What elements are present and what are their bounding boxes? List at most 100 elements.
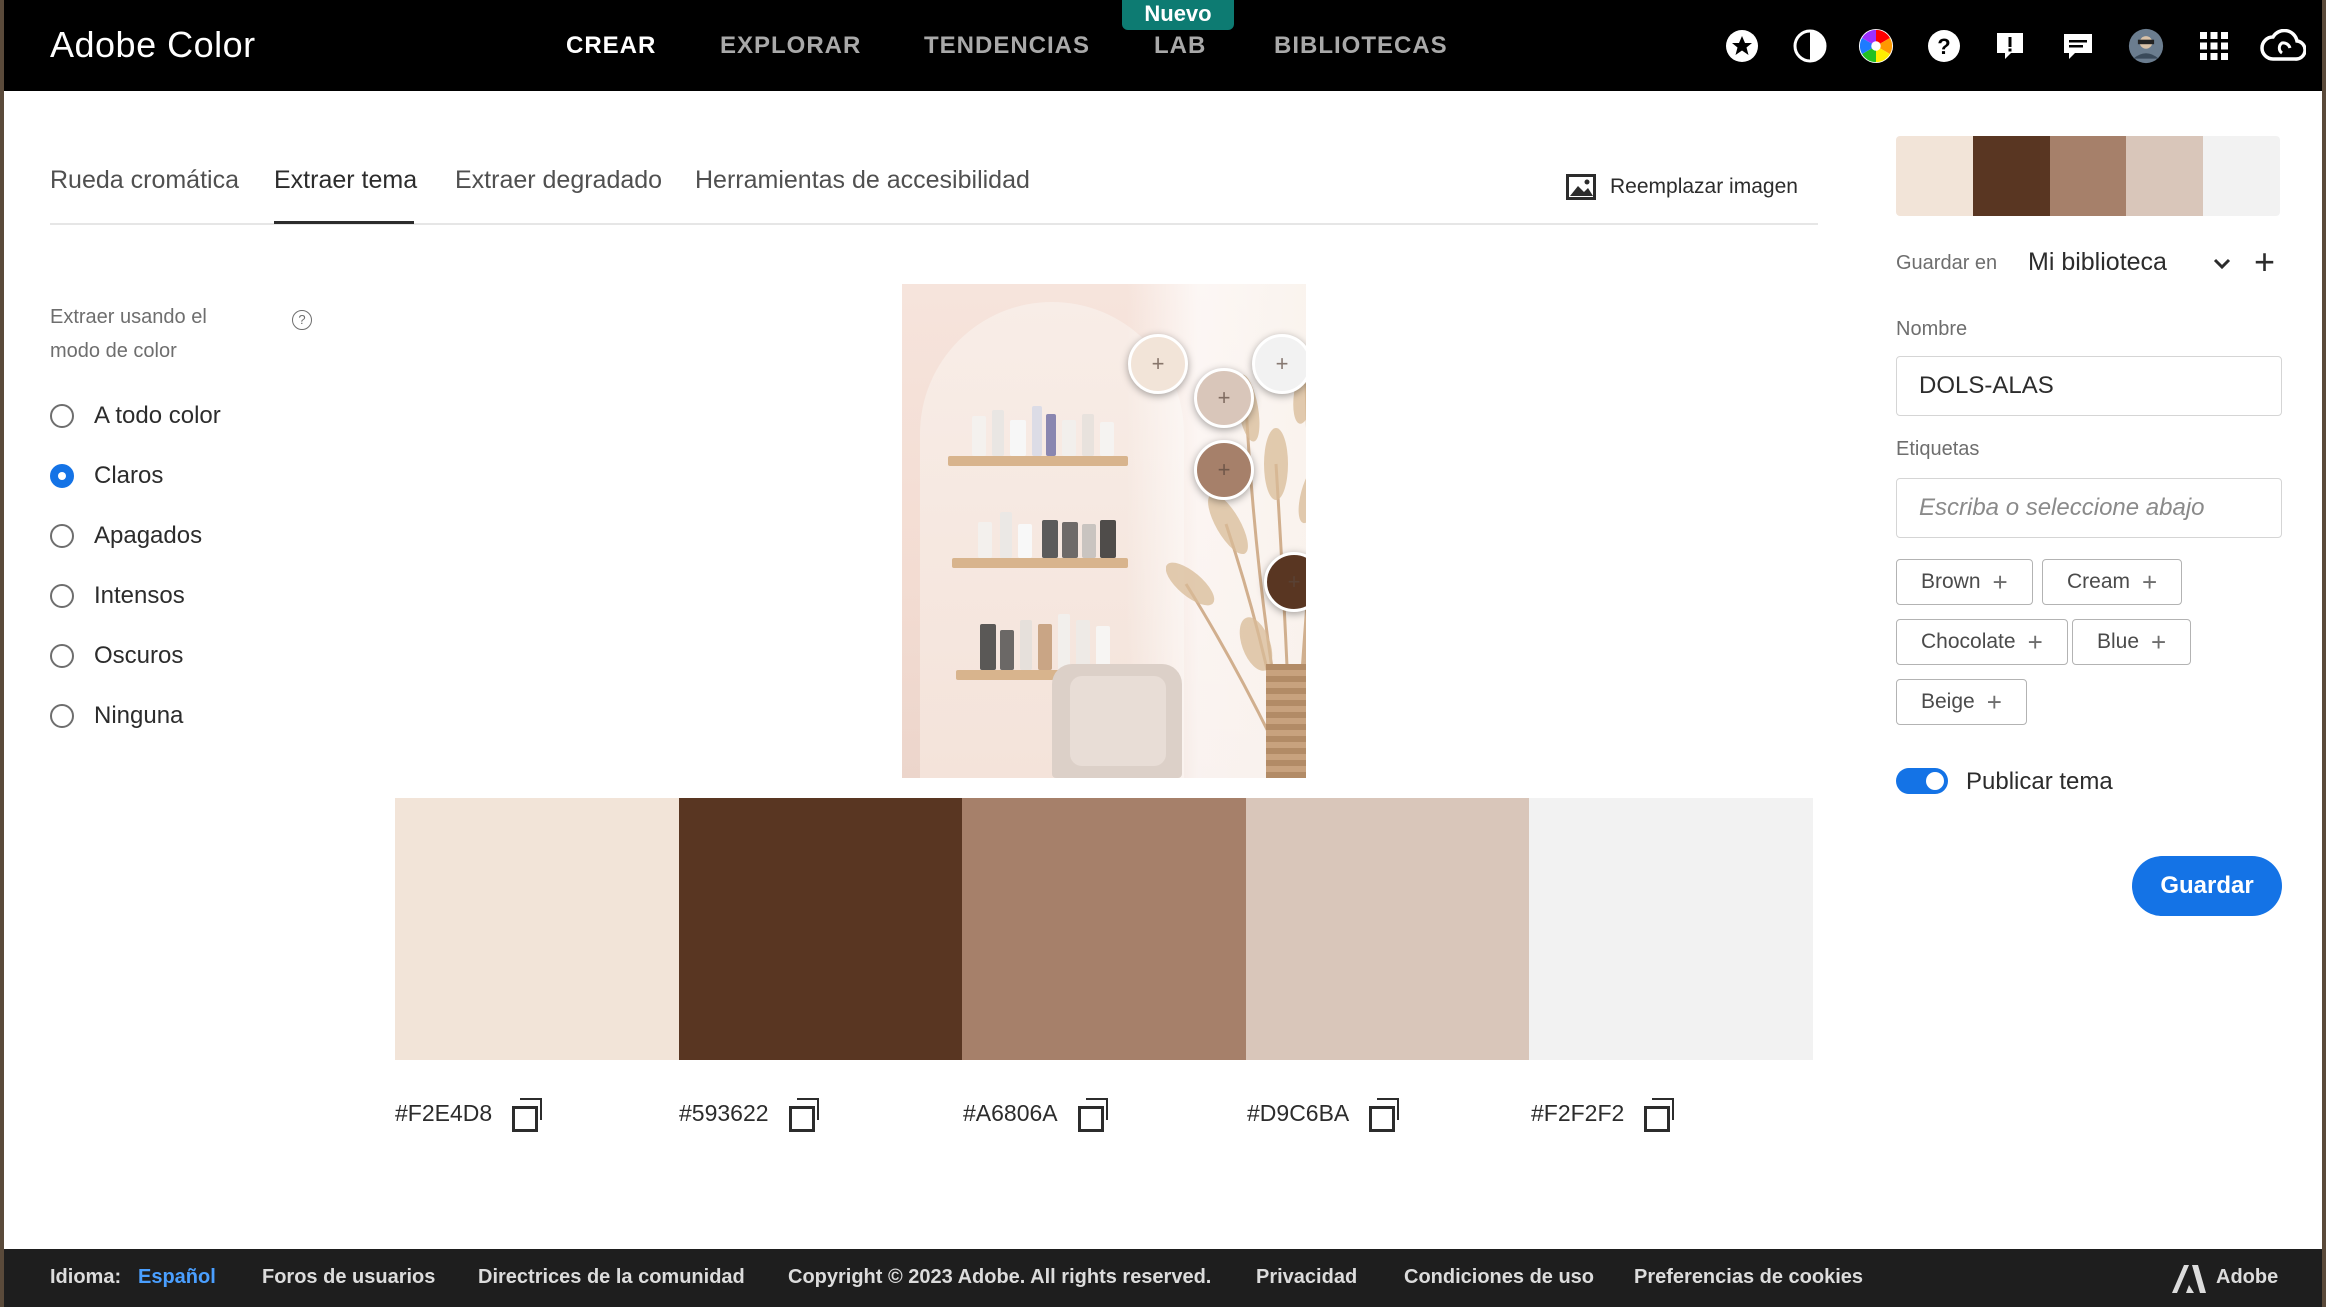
footer-link-guidelines[interactable]: Directrices de la comunidad xyxy=(478,1266,745,1289)
theme-swatches xyxy=(395,798,1813,1060)
color-picker-4[interactable]: + xyxy=(1194,368,1254,428)
mode-option-label: Oscuros xyxy=(94,642,184,669)
creative-cloud-icon[interactable] xyxy=(2260,28,2306,64)
image-shelf xyxy=(948,456,1128,466)
mode-option-dark[interactable]: Oscuros xyxy=(50,642,183,670)
add-library-button[interactable]: + xyxy=(2254,244,2275,280)
swatch-3[interactable] xyxy=(962,798,1246,1060)
app-title[interactable]: Adobe Color xyxy=(50,24,256,66)
nav-explorar[interactable]: EXPLORAR xyxy=(720,32,861,60)
hex-value[interactable]: #D9C6BA xyxy=(1247,1100,1349,1127)
avatar[interactable] xyxy=(2128,28,2164,64)
nav-crear[interactable]: CREAR xyxy=(566,32,656,60)
copy-icon[interactable] xyxy=(1077,1098,1108,1132)
language-selector[interactable]: Español xyxy=(138,1266,216,1289)
image-bottle xyxy=(1076,620,1090,670)
help-icon[interactable]: ? xyxy=(1926,28,1962,64)
copy-icon[interactable] xyxy=(1369,1098,1400,1132)
extract-mode-label: Extraer usando el modo de color xyxy=(50,306,207,362)
radio-button[interactable] xyxy=(50,704,74,728)
tab-extract-gradient[interactable]: Extraer degradado xyxy=(455,166,662,195)
image-bottle xyxy=(972,416,986,456)
footer-link-forums[interactable]: Foros de usuarios xyxy=(262,1266,435,1289)
color-picker-1[interactable]: + xyxy=(1128,334,1188,394)
swatch-4[interactable] xyxy=(1245,798,1530,1060)
tags-label: Etiquetas xyxy=(1896,438,1980,460)
preview-swatch xyxy=(2049,136,2127,216)
nav-tendencias[interactable]: TENDENCIAS xyxy=(924,32,1090,60)
publish-theme-toggle[interactable] xyxy=(1896,768,1948,794)
image-bottle xyxy=(1046,414,1056,456)
replace-image-button[interactable]: Reemplazar imagen xyxy=(1566,174,1798,200)
color-picker-5[interactable]: + xyxy=(1252,334,1306,394)
alert-icon[interactable] xyxy=(1992,28,2028,64)
image-bottle xyxy=(980,624,996,670)
copy-icon[interactable] xyxy=(1644,1098,1675,1132)
footer-link-terms[interactable]: Condiciones de uso xyxy=(1404,1266,1594,1289)
library-dropdown[interactable]: Mi biblioteca xyxy=(2028,248,2240,280)
contrast-icon[interactable] xyxy=(1792,28,1828,64)
new-badge: Nuevo xyxy=(1122,0,1234,30)
image-bottle xyxy=(1000,630,1014,670)
footer-link-cookies[interactable]: Preferencias de cookies xyxy=(1634,1266,1863,1289)
mode-option-label: Ninguna xyxy=(94,702,184,729)
image-bottle xyxy=(1058,614,1070,670)
copy-icon[interactable] xyxy=(788,1098,819,1132)
radio-button[interactable] xyxy=(50,644,74,668)
save-button[interactable]: Guardar xyxy=(2132,856,2282,916)
image-bottle xyxy=(1000,512,1012,558)
tag-brown[interactable]: Brown + xyxy=(1896,559,2033,605)
color-wheel-icon[interactable] xyxy=(1858,28,1894,64)
mode-option-muted[interactable]: Apagados xyxy=(50,522,202,550)
info-icon[interactable]: ? xyxy=(292,310,312,330)
tag-label: Beige xyxy=(1921,690,1975,713)
swatch-5[interactable] xyxy=(1529,798,1813,1060)
radio-button[interactable] xyxy=(50,404,74,428)
mode-option-label: A todo color xyxy=(94,402,221,429)
theme-name-input[interactable] xyxy=(1896,356,2282,416)
tab-extract-theme[interactable]: Extraer tema xyxy=(274,166,417,195)
tab-color-wheel[interactable]: Rueda cromática xyxy=(50,166,239,195)
tab-accessibility-tools[interactable]: Herramientas de accesibilidad xyxy=(695,166,1030,195)
color-picker-3[interactable]: + xyxy=(1194,440,1254,500)
swatch-1[interactable] xyxy=(395,798,679,1060)
feedback-icon[interactable] xyxy=(2060,28,2096,64)
radio-button[interactable] xyxy=(50,524,74,548)
mode-option-label: Apagados xyxy=(94,522,203,549)
radio-button[interactable] xyxy=(50,584,74,608)
preview-swatch xyxy=(2126,136,2204,216)
copy-icon[interactable] xyxy=(512,1098,543,1132)
tag-beige[interactable]: Beige + xyxy=(1896,679,2027,725)
preview-swatch xyxy=(2203,136,2280,216)
plus-icon: + xyxy=(2151,627,2167,657)
swatch-hex-2: #593622 xyxy=(679,1098,819,1132)
image-bottle xyxy=(1082,414,1094,456)
star-icon[interactable] xyxy=(1724,28,1760,64)
mode-option-light[interactable]: Claros xyxy=(50,462,163,490)
tag-label: Cream xyxy=(2067,570,2131,593)
hex-value[interactable]: #F2E4D8 xyxy=(395,1100,492,1127)
tag-cream[interactable]: Cream + xyxy=(2042,559,2183,605)
hex-value[interactable]: #A6806A xyxy=(963,1100,1058,1127)
radio-button-selected[interactable] xyxy=(50,464,74,488)
hex-value[interactable]: #593622 xyxy=(679,1100,769,1127)
chevron-down-icon[interactable] xyxy=(2212,254,2232,274)
plus-icon: + xyxy=(1986,687,2002,717)
name-label: Nombre xyxy=(1896,318,1968,340)
image-bottle xyxy=(992,410,1004,456)
preview-swatch xyxy=(1972,136,2050,216)
nav-bibliotecas[interactable]: BIBLIOTECAS xyxy=(1274,32,1448,60)
apps-grid-icon[interactable] xyxy=(2196,28,2232,64)
footer-link-privacy[interactable]: Privacidad xyxy=(1256,1266,1357,1289)
hex-value[interactable]: #F2F2F2 xyxy=(1531,1100,1624,1127)
swatch-2[interactable] xyxy=(678,798,963,1060)
image-bottle xyxy=(1010,420,1026,456)
tag-chocolate[interactable]: Chocolate + xyxy=(1896,619,2068,665)
tags-input[interactable] xyxy=(1896,478,2282,538)
tag-blue[interactable]: Blue + xyxy=(2072,619,2192,665)
mode-option-deep[interactable]: Intensos xyxy=(50,582,185,610)
mode-option-full-color[interactable]: A todo color xyxy=(50,402,221,430)
image-bottle xyxy=(1032,406,1042,456)
nav-lab[interactable]: LAB xyxy=(1154,32,1206,60)
mode-option-none[interactable]: Ninguna xyxy=(50,702,183,730)
